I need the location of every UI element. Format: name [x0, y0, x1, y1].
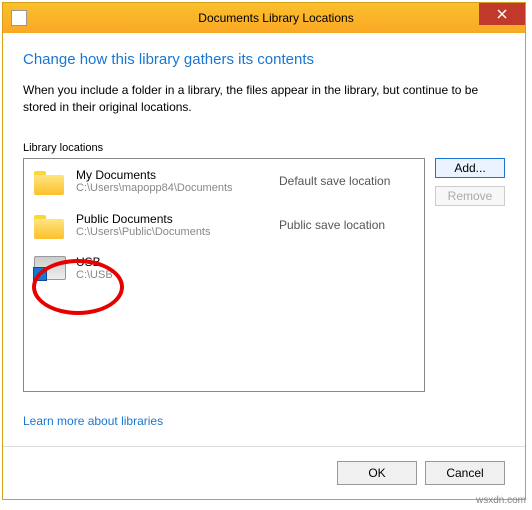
- item-texts: USB C:\USB: [76, 255, 269, 281]
- item-path: C:\Users\Public\Documents: [76, 226, 269, 238]
- list-item[interactable]: USB C:\USB: [24, 247, 424, 289]
- folder-icon: [34, 167, 66, 195]
- watermark: wsxdn.com: [476, 495, 526, 506]
- close-button[interactable]: [479, 3, 525, 25]
- description-text: When you include a folder in a library, …: [23, 82, 505, 116]
- dialog-window: Documents Library Locations Change how t…: [2, 2, 526, 500]
- locations-row: My Documents C:\Users\mapopp84\Documents…: [23, 158, 505, 392]
- dialog-footer: OK Cancel: [3, 446, 525, 499]
- learn-more-link[interactable]: Learn more about libraries: [23, 414, 163, 428]
- page-heading: Change how this library gathers its cont…: [23, 51, 505, 68]
- app-icon: [11, 10, 27, 26]
- content-area: Change how this library gathers its cont…: [3, 33, 525, 446]
- item-texts: My Documents C:\Users\mapopp84\Documents: [76, 168, 269, 194]
- list-item[interactable]: Public Documents C:\Users\Public\Documen…: [24, 203, 424, 247]
- drive-icon: [34, 256, 66, 280]
- cancel-button[interactable]: Cancel: [425, 461, 505, 485]
- item-title: My Documents: [76, 168, 269, 182]
- locations-listbox[interactable]: My Documents C:\Users\mapopp84\Documents…: [23, 158, 425, 392]
- item-path: C:\Users\mapopp84\Documents: [76, 182, 269, 194]
- folder-icon: [34, 211, 66, 239]
- close-icon: [497, 9, 507, 19]
- item-path: C:\USB: [76, 269, 269, 281]
- library-locations-label: Library locations: [23, 142, 505, 154]
- item-status: Public save location: [279, 218, 414, 232]
- item-texts: Public Documents C:\Users\Public\Documen…: [76, 212, 269, 238]
- window-title: Documents Library Locations: [27, 11, 525, 25]
- item-title: Public Documents: [76, 212, 269, 226]
- remove-button: Remove: [435, 186, 505, 206]
- item-title: USB: [76, 255, 269, 269]
- titlebar: Documents Library Locations: [3, 3, 525, 33]
- side-buttons: Add... Remove: [435, 158, 505, 392]
- item-status: Default save location: [279, 174, 414, 188]
- list-item[interactable]: My Documents C:\Users\mapopp84\Documents…: [24, 159, 424, 203]
- add-button[interactable]: Add...: [435, 158, 505, 178]
- ok-button[interactable]: OK: [337, 461, 417, 485]
